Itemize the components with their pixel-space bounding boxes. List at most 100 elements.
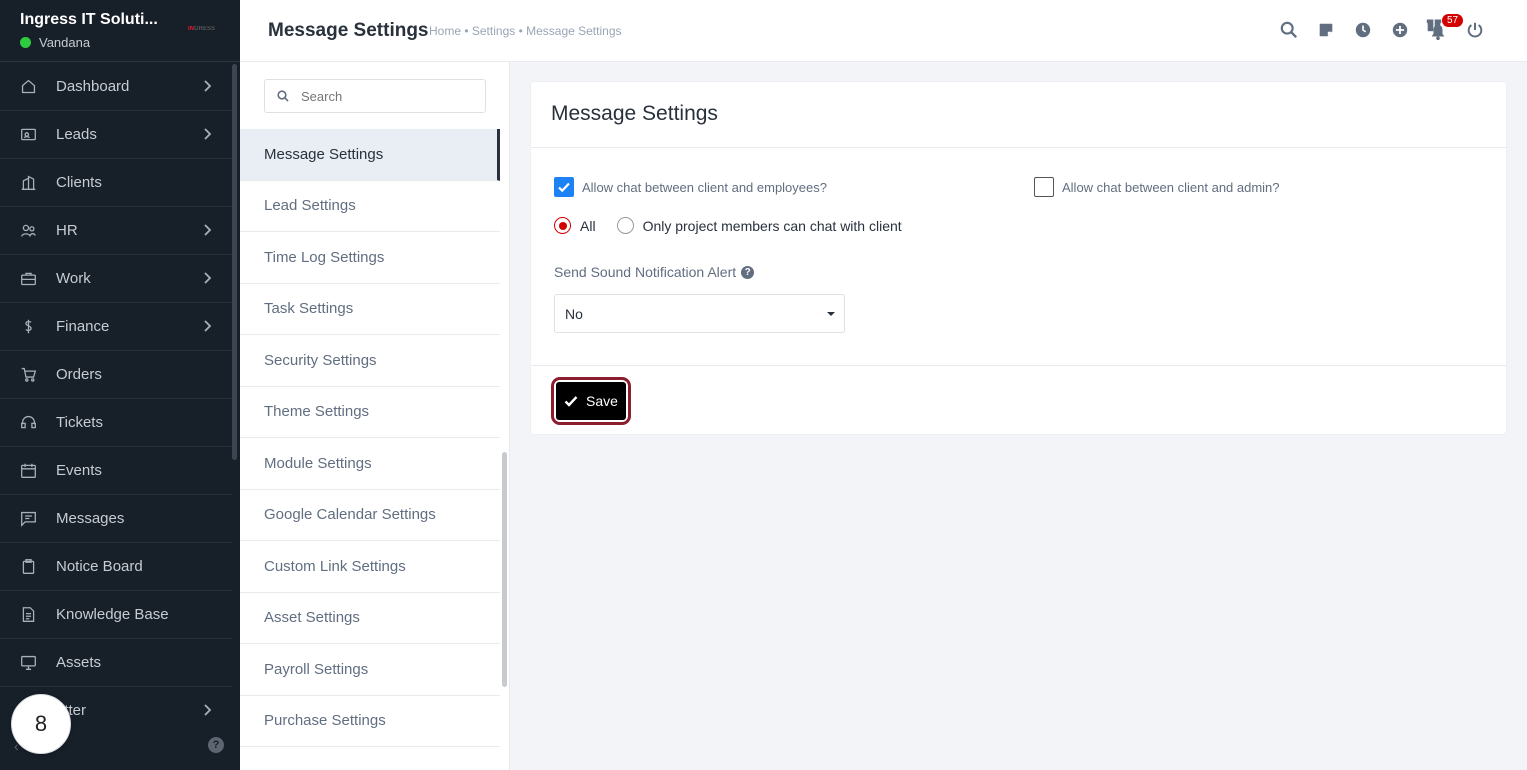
top-header: Message Settings Home • Settings • Messa… [240, 0, 1527, 62]
building-icon [19, 174, 37, 192]
sticky-note-icon[interactable] [1316, 20, 1336, 40]
settings-menu-item-purchase-settings[interactable]: Purchase Settings [240, 696, 500, 747]
question-circle-icon[interactable]: ? [741, 265, 755, 279]
chat-client-employees-option[interactable]: Allow chat between client and employees? [554, 177, 827, 197]
settings-menu-item-payroll-settings[interactable]: Payroll Settings [240, 644, 500, 696]
check-icon [564, 396, 578, 407]
chat-client-admin-label: Allow chat between client and admin? [1062, 179, 1280, 195]
add-circle-icon[interactable] [1390, 20, 1410, 40]
sidebar-item-label: Tickets [56, 414, 103, 431]
sidebar-item-assets[interactable]: Assets [0, 639, 232, 687]
sidebar-item-notice-board[interactable]: Notice Board [0, 543, 232, 591]
radio-all[interactable] [554, 217, 571, 234]
sidebar-item-knowledge-base[interactable]: Knowledge Base [0, 591, 232, 639]
chevron-right-icon [200, 79, 214, 93]
dollar-icon [19, 318, 37, 336]
sidebar-item-label: Dashboard [56, 78, 130, 95]
settings-search-input[interactable] [301, 88, 471, 104]
sidebar-item-hr[interactable]: HR [0, 207, 232, 255]
chat-scope-radio-group: All Only project members can chat with c… [554, 217, 902, 234]
clipboard-icon [19, 558, 37, 576]
settings-menu-item-task-settings[interactable]: Task Settings [240, 284, 500, 335]
chat-client-admin-option[interactable]: Allow chat between client and admin? [1034, 177, 1280, 197]
settings-menu-item-google-calendar-settings[interactable]: Google Calendar Settings [240, 490, 500, 541]
sound-notification-value: No [565, 306, 583, 322]
sidebar-item-messages[interactable]: Messages [0, 495, 232, 543]
chat-client-employees-label: Allow chat between client and employees? [582, 179, 827, 195]
check-icon [558, 182, 570, 193]
save-button[interactable]: Save [551, 377, 631, 425]
people-icon [19, 222, 37, 240]
sidebar-item-dashboard[interactable]: Dashboard [0, 63, 232, 111]
radio-all-label: All [580, 217, 596, 234]
settings-menu-scrollbar[interactable] [502, 452, 507, 687]
sidebar-item-label: HR [56, 222, 78, 239]
sidebar-item-label: Orders [56, 366, 102, 383]
sidebar-item-events[interactable]: Events [0, 447, 232, 495]
sidebar-item-label: Events [56, 462, 102, 479]
sidebar-item-finance[interactable]: Finance [0, 303, 232, 351]
settings-menu-item-asset-settings[interactable]: Asset Settings [240, 593, 500, 644]
notification-count-badge: 57 [1442, 14, 1464, 27]
sidebar-item-clients[interactable]: Clients [0, 159, 232, 207]
settings-menu-list: Message Settings Lead Settings Time Log Se… [240, 129, 500, 747]
sidebar-item-tickets[interactable]: Tickets [0, 399, 232, 447]
online-status-icon [20, 37, 31, 48]
sidebar-item-orders[interactable]: Orders [0, 351, 232, 399]
save-button-label: Save [586, 393, 618, 409]
home-icon [19, 78, 37, 96]
chat-icon [19, 510, 37, 528]
sidebar-item-label: Work [56, 270, 91, 287]
settings-menu-item-theme-settings[interactable]: Theme Settings [240, 387, 500, 438]
sound-notification-text: Send Sound Notification Alert [554, 264, 737, 280]
chevron-right-icon [200, 127, 214, 141]
radio-project-members-label: Only project members can chat with clien… [642, 217, 902, 234]
breadcrumb[interactable]: Home • Settings • Message Settings [429, 24, 622, 38]
document-icon [19, 606, 37, 624]
page-title: Message Settings [268, 20, 429, 41]
power-icon[interactable] [1465, 20, 1485, 40]
id-card-icon [19, 126, 37, 144]
brand-header[interactable]: Ingress IT Soluti... Vandana INGRESS [0, 0, 240, 62]
card-title: Message Settings [531, 82, 1506, 148]
monitor-icon [19, 654, 37, 672]
settings-menu-item-lead-settings[interactable]: Lead Settings [240, 181, 500, 232]
sidebar-item-label: Knowledge Base [56, 606, 169, 623]
sidebar-item-label: Leads [56, 126, 97, 143]
headset-icon [19, 414, 37, 432]
search-icon [277, 90, 289, 102]
caret-down-icon [827, 312, 835, 316]
chevron-right-icon [200, 223, 214, 237]
calendar-icon [19, 462, 37, 480]
company-logo: INGRESS [188, 26, 216, 32]
settings-menu-item-message-settings[interactable]: Message Settings [240, 129, 500, 181]
settings-menu-item-security-settings[interactable]: Security Settings [240, 335, 500, 387]
settings-search[interactable] [264, 79, 486, 113]
current-user: Vandana [20, 35, 240, 50]
sidebar-item-label: Assets [56, 654, 102, 671]
settings-menu-item-module-settings[interactable]: Module Settings [240, 438, 500, 490]
chevron-right-icon [200, 271, 214, 285]
sidebar-item-label: Finance [56, 318, 110, 335]
sidebar-scrollbar[interactable] [232, 64, 237, 460]
sidebar-item-label: Messages [56, 510, 125, 527]
sound-notification-select[interactable]: No [554, 294, 845, 333]
settings-menu-item-time-log-settings[interactable]: Time Log Settings [240, 232, 500, 284]
user-name: Vandana [39, 35, 91, 50]
chat-client-admin-checkbox[interactable] [1034, 177, 1054, 197]
sidebar-item-work[interactable]: Work [0, 255, 232, 303]
sidebar-item-leads[interactable]: Leads [0, 111, 232, 159]
radio-project-members[interactable] [616, 217, 634, 234]
card-footer-divider [531, 365, 1506, 366]
help-icon[interactable]: ? [208, 737, 224, 753]
settings-menu-item-custom-link-settings[interactable]: Custom Link Settings [240, 541, 500, 593]
search-icon[interactable] [1279, 20, 1299, 40]
sidebar-item-label: Notice Board [56, 558, 143, 575]
clock-icon[interactable] [1353, 20, 1373, 40]
chevron-right-icon [200, 703, 214, 717]
sound-notification-label: Send Sound Notification Alert ? [554, 264, 755, 280]
settings-menu: Message SettingsLead SettingsTime Log Se… [240, 62, 510, 770]
chat-client-employees-checkbox[interactable] [554, 177, 574, 197]
message-settings-card: Message Settings Allow chat between clie… [530, 81, 1507, 435]
briefcase-icon [19, 270, 37, 288]
